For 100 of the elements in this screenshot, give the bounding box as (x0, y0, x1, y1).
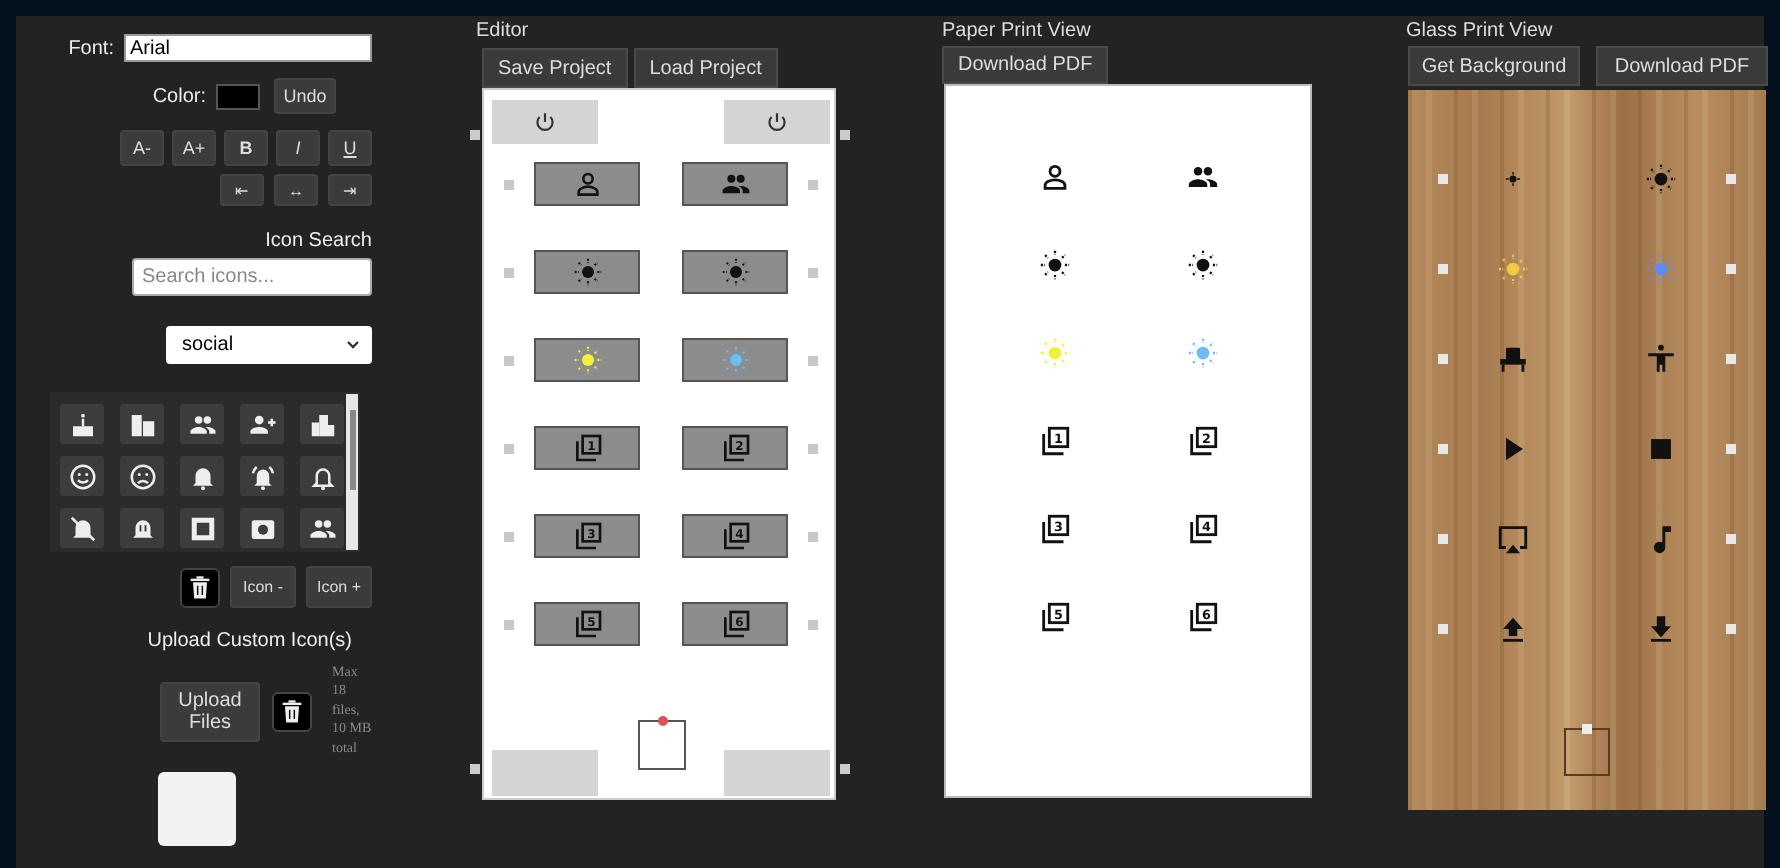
format-button[interactable]: B (224, 130, 268, 166)
undo-button[interactable]: Undo (274, 78, 336, 114)
drag-handle[interactable] (504, 531, 514, 541)
drag-handle[interactable] (1726, 533, 1736, 543)
palette-tile[interactable] (300, 404, 344, 444)
resize-handle[interactable] (840, 764, 850, 774)
drag-handle[interactable] (807, 355, 817, 365)
format-button[interactable]: A- (120, 130, 164, 166)
drag-handle[interactable] (1437, 443, 1447, 453)
drag-handle[interactable] (1437, 533, 1447, 543)
resize-handle[interactable] (470, 130, 480, 140)
section-title: Editor (476, 18, 531, 46)
drag-handle[interactable] (504, 443, 514, 453)
editor-tile[interactable] (534, 162, 640, 206)
project-button[interactable]: Save Project (482, 48, 628, 88)
sun-icon (571, 256, 603, 288)
drag-handle[interactable] (504, 179, 514, 189)
delete-upload-button[interactable] (272, 691, 312, 732)
scrollbar[interactable] (346, 394, 358, 550)
drag-handle[interactable] (1437, 173, 1447, 183)
palette-tile[interactable] (180, 456, 224, 496)
icon-minus-button[interactable]: Icon - (230, 566, 296, 608)
editor-tile[interactable] (682, 162, 788, 206)
drag-handle[interactable] (1726, 263, 1736, 273)
palette-tile[interactable] (60, 456, 104, 496)
anchor-square[interactable] (637, 720, 685, 770)
power-button[interactable] (724, 100, 830, 144)
project-button[interactable]: Load Project (633, 48, 778, 88)
color-picker[interactable] (216, 83, 260, 109)
icon-plus-button[interactable]: Icon + (306, 566, 372, 608)
editor-tile[interactable] (682, 250, 788, 294)
drag-handle[interactable] (504, 619, 514, 629)
sun-icon (1185, 247, 1219, 281)
upload-label: Upload Custom Icon(s) (147, 630, 352, 652)
align-button[interactable]: ⇥ (328, 174, 372, 206)
category-dropdown[interactable]: social (166, 326, 372, 364)
drag-handle[interactable] (1726, 353, 1736, 363)
drag-handle[interactable] (807, 179, 817, 189)
palette-tile[interactable] (120, 508, 164, 548)
format-button[interactable]: U (328, 130, 372, 166)
download-pdf-button[interactable]: Download PDF (942, 46, 1109, 84)
search-field[interactable]: Search icons... (132, 258, 372, 296)
sun-icon (1037, 247, 1071, 281)
smiley-icon (67, 461, 97, 491)
resize-handle[interactable] (470, 764, 480, 774)
editor-tile[interactable] (534, 338, 640, 382)
palette-tile[interactable] (300, 508, 344, 548)
bell-off-icon (67, 513, 97, 543)
sad-face-icon (127, 461, 157, 491)
palette-tile[interactable] (240, 404, 284, 444)
resize-handle[interactable] (840, 130, 850, 140)
drag-handle[interactable] (504, 355, 514, 365)
drag-handle[interactable] (1726, 173, 1736, 183)
palette-tile[interactable] (240, 508, 284, 548)
color-label: Color: (152, 85, 206, 107)
city-icon (307, 409, 337, 439)
power-icon (532, 109, 558, 135)
chevron-icon (346, 340, 360, 350)
drag-handle[interactable] (504, 267, 514, 277)
drag-handle[interactable] (1437, 353, 1447, 363)
palette-tile[interactable] (120, 404, 164, 444)
power-button[interactable] (492, 100, 598, 144)
ringing-bell-icon (247, 461, 277, 491)
editor-tile[interactable] (682, 338, 788, 382)
drag-handle[interactable] (807, 619, 817, 629)
drag-handle[interactable] (1726, 623, 1736, 633)
upload-button[interactable]: Upload Files (160, 681, 260, 742)
palette-tile[interactable] (240, 456, 284, 496)
cake-icon (67, 409, 97, 439)
frame-icon (187, 513, 217, 543)
palette-tile[interactable] (180, 508, 224, 548)
section-title: Glass Print View (1406, 18, 1555, 46)
align-button[interactable]: ↔ (274, 174, 318, 206)
glass-button[interactable]: Get Background (1408, 46, 1580, 86)
trash-icon (278, 697, 306, 726)
palette-tile[interactable] (60, 508, 104, 548)
drag-handle[interactable] (1726, 443, 1736, 453)
palette-tile[interactable] (300, 456, 344, 496)
align-button[interactable]: ⇤ (220, 174, 264, 206)
screen-icon (1495, 521, 1529, 555)
person-arms-icon (1643, 341, 1677, 375)
drag-handle[interactable] (1437, 623, 1447, 633)
buildings-icon (127, 409, 157, 439)
sun-icon (1643, 161, 1677, 195)
format-button[interactable]: I (276, 130, 320, 166)
drag-handle[interactable] (1437, 263, 1447, 273)
palette-tile[interactable] (60, 404, 104, 444)
sun-icon (719, 256, 751, 288)
format-button[interactable]: A+ (172, 130, 216, 166)
editor-tile[interactable] (534, 250, 640, 294)
palette-tile[interactable] (120, 456, 164, 496)
anchor-square[interactable] (1564, 728, 1610, 776)
drag-handle[interactable] (807, 443, 817, 453)
font-field[interactable]: Arial (124, 34, 372, 62)
drag-handle[interactable] (807, 267, 817, 277)
person-icon (571, 168, 603, 200)
glass-button[interactable]: Download PDF (1596, 46, 1768, 86)
palette-tile[interactable] (180, 404, 224, 444)
drag-handle[interactable] (807, 531, 817, 541)
delete-button[interactable] (180, 567, 220, 607)
